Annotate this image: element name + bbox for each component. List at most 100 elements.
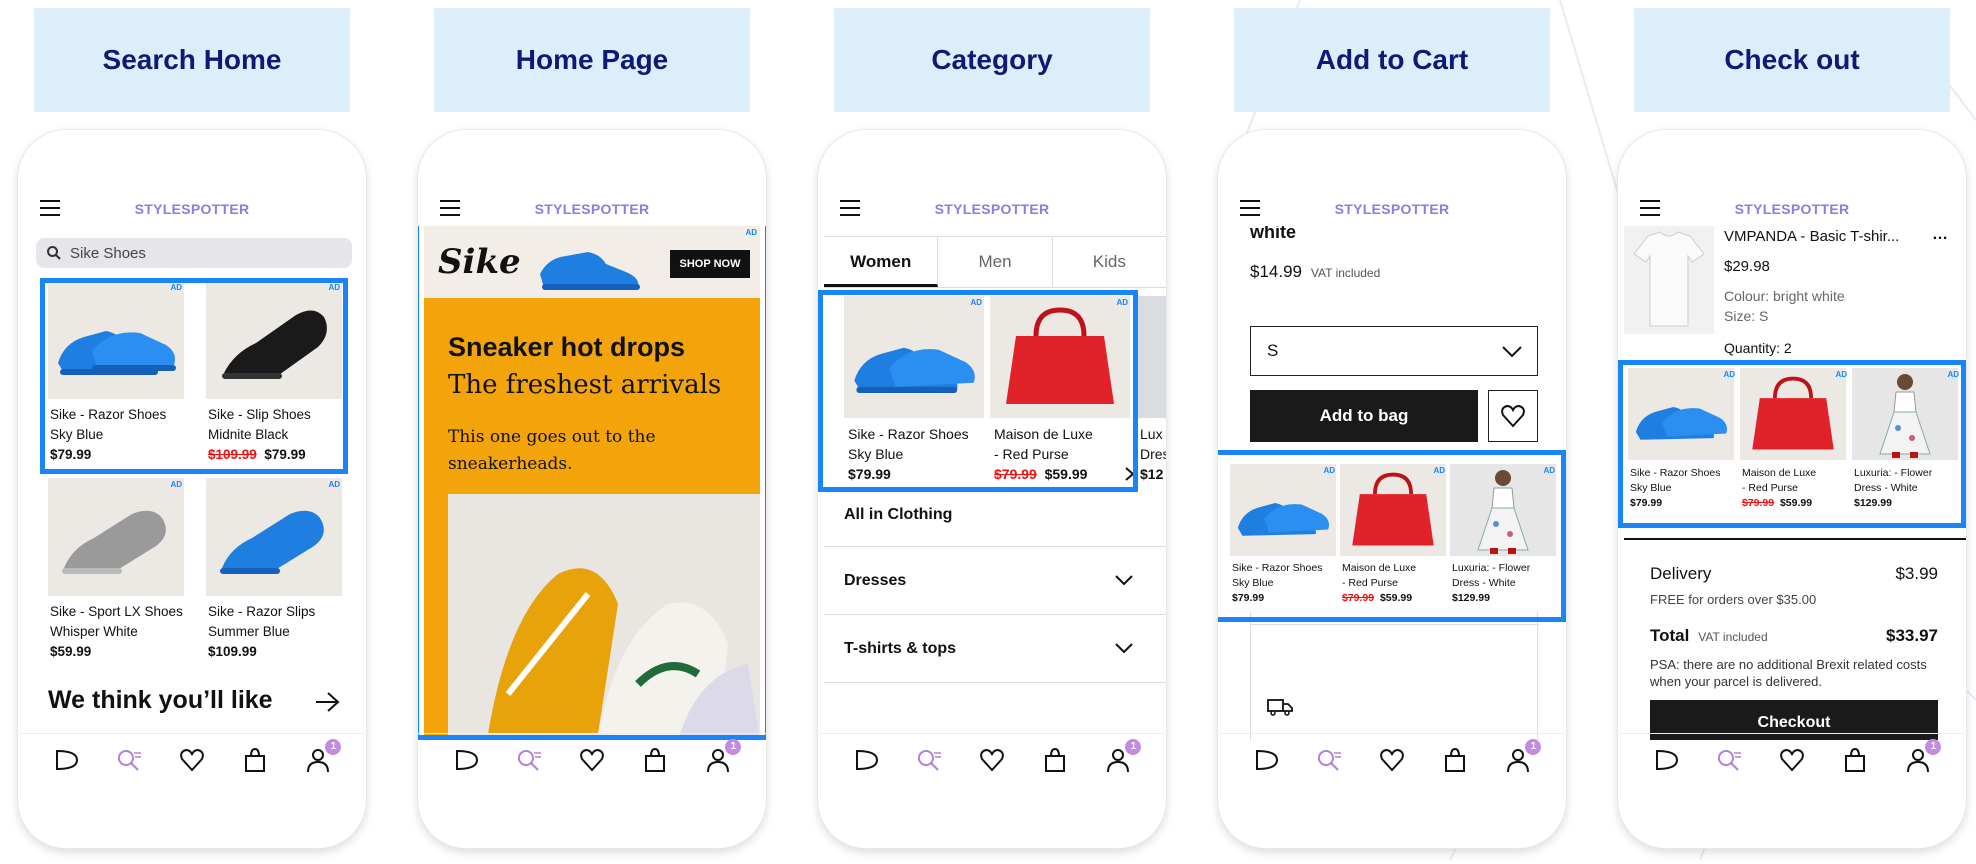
cart-screen: white $14.99 VAT included S Add to bag A (1218, 226, 1566, 740)
section-all-clothing[interactable]: All in Clothing (844, 506, 952, 524)
search-nav-icon[interactable] (1716, 747, 1742, 778)
delivery-price: $3.99 (1895, 564, 1938, 583)
home-icon[interactable] (453, 747, 479, 778)
product-image (1136, 296, 1166, 418)
product-price: $14.99 VAT included (1250, 262, 1381, 281)
app-header: STYLESPOTTER (418, 192, 766, 226)
bag-icon[interactable] (242, 747, 268, 778)
category-screen: Women Men Kids AD Sike - Razor Shoes Sky … (818, 226, 1166, 740)
bag-icon[interactable] (1042, 747, 1068, 778)
divider (824, 682, 1166, 683)
blue-slip-image (220, 510, 324, 574)
free-delivery-note: FREE for orders over $35.00 (1650, 592, 1817, 607)
tab-women[interactable]: Women (824, 237, 939, 287)
brand-logo: STYLESPOTTER (134, 201, 250, 217)
home-icon[interactable] (1253, 747, 1279, 778)
app-header: STYLESPOTTER (1218, 192, 1566, 226)
notification-badge: 1 (725, 739, 742, 755)
wishlist-button[interactable] (1488, 390, 1538, 442)
search-nav-icon[interactable] (516, 747, 542, 778)
profile-icon[interactable]: 1 (1905, 739, 1942, 778)
product-card[interactable]: LuxDres$12 (1136, 296, 1166, 496)
step-label: Home Page (434, 8, 750, 112)
notification-badge: 1 (1925, 739, 1942, 755)
bag-icon[interactable] (1442, 747, 1468, 778)
profile-icon[interactable]: 1 (1105, 739, 1142, 778)
total-label: Total VAT included (1650, 626, 1768, 645)
cart-item-image (1624, 226, 1714, 334)
divider (1624, 538, 1966, 540)
phone-frame: STYLESPOTTER Sike SHOP NOW AD Sneaker ho… (418, 130, 766, 848)
product-name: Sike - Razor Slips Summer Blue $109.99 (208, 604, 316, 659)
cart-item-price: $29.98 (1724, 258, 1770, 275)
brand-logo: STYLESPOTTER (1734, 201, 1850, 217)
total-price: $33.97 (1886, 626, 1938, 645)
profile-icon[interactable]: 1 (305, 739, 342, 778)
truck-icon (1267, 699, 1293, 716)
search-nav-icon[interactable] (916, 747, 942, 778)
step-search-home: Search Home STYLESPOTTER Sike Shoes AD S… (14, 0, 366, 864)
brand-logo: STYLESPOTTER (1334, 201, 1450, 217)
product-image (206, 478, 342, 596)
chevron-down-icon (1115, 575, 1133, 586)
cart-item-size: Size: S (1724, 308, 1769, 324)
recommend-title: We think you’ll like (48, 686, 273, 714)
product-card[interactable]: AD Sike - Razor Slips Summer Blue $109.99 (206, 478, 356, 678)
cart-item-colour: Colour: bright white (1724, 288, 1845, 304)
step-label: Category (834, 8, 1150, 112)
notification-badge: 1 (1525, 739, 1542, 755)
product-color: white (1250, 226, 1297, 242)
search-nav-icon[interactable] (116, 747, 142, 778)
heart-icon[interactable] (1779, 747, 1805, 778)
home-icon[interactable] (1653, 747, 1679, 778)
ad-highlight (40, 278, 348, 474)
divider (824, 546, 1166, 547)
arrow-right-icon[interactable] (314, 690, 342, 714)
bag-icon[interactable] (1842, 747, 1868, 778)
search-nav-icon[interactable] (1316, 747, 1342, 778)
more-icon[interactable]: … (1932, 226, 1949, 244)
ad-tag: AD (170, 480, 182, 489)
gender-tabs: Women Men Kids (824, 236, 1166, 288)
add-to-bag-button[interactable]: Add to bag (1250, 390, 1478, 442)
tab-men[interactable]: Men (938, 237, 1053, 287)
phone-frame: STYLESPOTTER Sike Shoes AD Sike - Razor … (18, 130, 366, 848)
heart-icon[interactable] (1379, 747, 1405, 778)
step-check-out: Check out STYLESPOTTER VMPANDA - Basic T… (1614, 0, 1966, 864)
section-dresses[interactable]: Dresses (844, 572, 1134, 590)
product-name: LuxDres$12 (1140, 426, 1166, 482)
step-label: Add to Cart (1234, 8, 1550, 112)
heart-icon[interactable] (179, 747, 205, 778)
product-card[interactable]: AD Sike - Sport LX Shoes Whisper White $59… (48, 478, 198, 678)
heart-icon[interactable] (979, 747, 1005, 778)
size-select[interactable]: S (1250, 326, 1538, 376)
bottom-nav: 1 (18, 733, 366, 791)
search-icon (47, 246, 61, 260)
home-icon[interactable] (853, 747, 879, 778)
ad-highlight (1618, 360, 1966, 528)
step-home-page: Home Page STYLESPOTTER Sike SHOP NOW AD … (414, 0, 766, 864)
search-input[interactable]: Sike Shoes (36, 238, 352, 268)
phone-frame: STYLESPOTTER VMPANDA - Basic T-shir... …… (1618, 130, 1966, 848)
app-header: STYLESPOTTER (1618, 192, 1966, 226)
divider (1251, 624, 1539, 625)
ad-highlight (818, 290, 1138, 492)
section-tshirts[interactable]: T-shirts & tops (844, 640, 1134, 658)
step-label: Check out (1634, 8, 1950, 112)
cart-item-quantity: Quantity: 2 (1724, 340, 1792, 356)
bag-icon[interactable] (642, 747, 668, 778)
ad-highlight (418, 226, 766, 740)
delivery-label: Delivery (1650, 564, 1712, 583)
profile-icon[interactable]: 1 (1505, 739, 1542, 778)
tab-kids[interactable]: Kids (1053, 237, 1166, 287)
home-icon[interactable] (53, 747, 79, 778)
tshirt-image (1633, 231, 1705, 327)
cart-item-name[interactable]: VMPANDA - Basic T-shir... (1724, 228, 1899, 245)
chevron-down-icon (1502, 346, 1522, 358)
profile-icon[interactable]: 1 (705, 739, 742, 778)
checkout-screen: VMPANDA - Basic T-shir... … $29.98 Colou… (1618, 226, 1966, 740)
heart-icon[interactable] (579, 747, 605, 778)
phone-frame: STYLESPOTTER Women Men Kids AD Sike - Ra… (818, 130, 1166, 848)
search-screen: Sike Shoes AD Sike - Razor Shoes Sky Blue… (18, 226, 366, 740)
bottom-nav: 1 (418, 733, 766, 791)
